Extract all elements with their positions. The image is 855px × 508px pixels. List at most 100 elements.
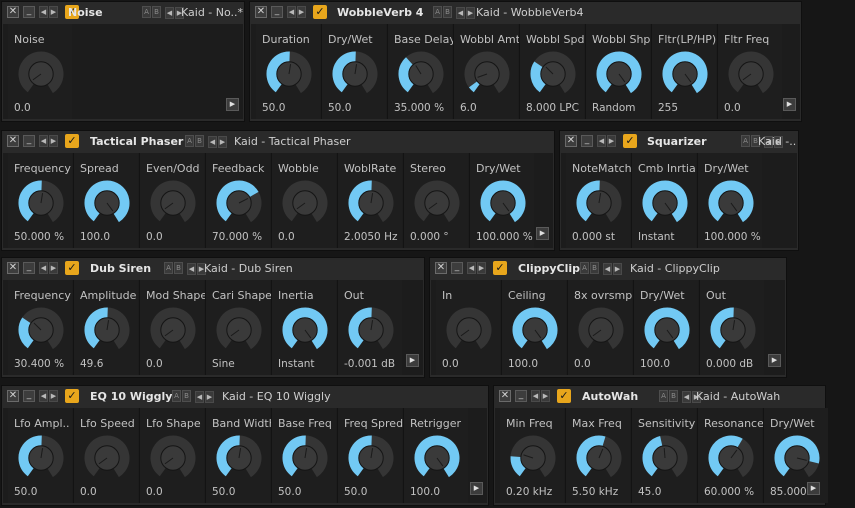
param-value[interactable]: 0.000 st	[572, 231, 615, 243]
ab-b-icon[interactable]: B	[174, 262, 183, 274]
preset-name[interactable]: Kaid - AutoWah	[696, 390, 780, 403]
param-value[interactable]: 0.0	[80, 486, 97, 498]
param-knob[interactable]	[710, 307, 756, 353]
param-value[interactable]: 50.0	[328, 102, 351, 114]
param-knob[interactable]	[84, 180, 130, 226]
param-value[interactable]: 100.000 %	[476, 231, 533, 243]
expand-arrow-icon[interactable]: ▶	[536, 227, 549, 240]
collapse-icon[interactable]: _	[23, 262, 35, 274]
ab-a-icon[interactable]: A	[659, 390, 668, 402]
preset-name[interactable]: Kaid - ClippyClip	[630, 262, 720, 275]
param-value[interactable]: 0.000 °	[410, 231, 449, 243]
move-left-icon[interactable]: ◀	[531, 390, 540, 402]
param-knob[interactable]	[18, 307, 64, 353]
param-value[interactable]: 0.0	[442, 358, 459, 370]
enable-checkbox[interactable]: ✓	[65, 261, 79, 275]
param-value[interactable]: 50.0	[344, 486, 367, 498]
param-value[interactable]: 0.0	[724, 102, 741, 114]
param-knob[interactable]	[576, 435, 622, 481]
param-value[interactable]: 49.6	[80, 358, 103, 370]
param-value[interactable]: 255	[658, 102, 678, 114]
preset-name[interactable]: Kaid - EQ 10 Wiggly	[222, 390, 331, 403]
param-value[interactable]: 0.20 kHz	[506, 486, 552, 498]
param-knob[interactable]	[18, 435, 64, 481]
enable-checkbox[interactable]: ✓	[313, 5, 327, 19]
preset-prev-icon[interactable]: ◀	[187, 263, 196, 275]
move-left-icon[interactable]: ◀	[287, 6, 296, 18]
param-knob[interactable]	[708, 180, 754, 226]
param-knob[interactable]	[464, 51, 510, 97]
param-value[interactable]: 100.0	[640, 358, 670, 370]
param-value[interactable]: 50.0	[14, 486, 37, 498]
param-knob[interactable]	[18, 180, 64, 226]
param-knob[interactable]	[414, 180, 460, 226]
param-value[interactable]: 8.000 LPC	[526, 102, 579, 114]
param-value[interactable]: 100.000 %	[704, 231, 761, 243]
param-value[interactable]: 50.0	[278, 486, 301, 498]
param-knob[interactable]	[18, 51, 64, 97]
param-knob[interactable]	[642, 435, 688, 481]
param-knob[interactable]	[266, 51, 312, 97]
enable-checkbox[interactable]: ✓	[557, 389, 571, 403]
param-value[interactable]: Random	[592, 102, 635, 114]
param-value[interactable]: 45.0	[638, 486, 661, 498]
param-knob[interactable]	[282, 435, 328, 481]
ab-a-icon[interactable]: A	[185, 135, 194, 147]
param-value[interactable]: 2.0050 Hz	[344, 231, 397, 243]
param-knob[interactable]	[728, 51, 774, 97]
collapse-icon[interactable]: _	[23, 390, 35, 402]
expand-arrow-icon[interactable]: ▶	[768, 354, 781, 367]
preset-name[interactable]: Kaid -..	[758, 135, 796, 148]
enable-checkbox[interactable]: ✓	[65, 134, 79, 148]
param-value[interactable]: 0.0	[278, 231, 295, 243]
ab-a-icon[interactable]: A	[142, 6, 151, 18]
param-value[interactable]: 0.0	[574, 358, 591, 370]
close-icon[interactable]: ✕	[499, 390, 511, 402]
move-right-icon[interactable]: ▶	[49, 390, 58, 402]
preset-prev-icon[interactable]: ◀	[682, 391, 691, 403]
param-value[interactable]: 5.50 kHz	[572, 486, 618, 498]
expand-arrow-icon[interactable]: ▶	[783, 98, 796, 111]
preset-prev-icon[interactable]: ◀	[456, 7, 465, 19]
collapse-icon[interactable]: _	[581, 135, 593, 147]
ab-a-icon[interactable]: A	[580, 262, 589, 274]
param-knob[interactable]	[150, 307, 196, 353]
param-knob[interactable]	[282, 180, 328, 226]
ab-a-icon[interactable]: A	[172, 390, 181, 402]
close-icon[interactable]: ✕	[565, 135, 577, 147]
ab-a-icon[interactable]: A	[164, 262, 173, 274]
preset-prev-icon[interactable]: ◀	[603, 263, 612, 275]
param-value[interactable]: 0.0	[146, 231, 163, 243]
param-knob[interactable]	[596, 51, 642, 97]
collapse-icon[interactable]: _	[451, 262, 463, 274]
close-icon[interactable]: ✕	[255, 6, 267, 18]
close-icon[interactable]: ✕	[7, 6, 19, 18]
move-left-icon[interactable]: ◀	[597, 135, 606, 147]
move-left-icon[interactable]: ◀	[39, 135, 48, 147]
param-knob[interactable]	[150, 180, 196, 226]
param-knob[interactable]	[216, 307, 262, 353]
ab-b-icon[interactable]: B	[590, 262, 599, 274]
ab-b-icon[interactable]: B	[195, 135, 204, 147]
param-value[interactable]: 35.000 %	[394, 102, 444, 114]
param-knob[interactable]	[662, 51, 708, 97]
param-knob[interactable]	[150, 435, 196, 481]
param-value[interactable]: 0.0	[14, 102, 31, 114]
param-knob[interactable]	[480, 180, 526, 226]
expand-arrow-icon[interactable]: ▶	[406, 354, 419, 367]
param-value[interactable]: Instant	[638, 231, 675, 243]
param-value[interactable]: 30.400 %	[14, 358, 64, 370]
preset-name[interactable]: Kaid - No..*	[181, 6, 243, 19]
move-left-icon[interactable]: ◀	[39, 262, 48, 274]
expand-arrow-icon[interactable]: ▶	[807, 482, 820, 495]
ab-b-icon[interactable]: B	[152, 6, 161, 18]
param-knob[interactable]	[216, 180, 262, 226]
preset-next-icon[interactable]: ▶	[466, 7, 475, 19]
move-right-icon[interactable]: ▶	[607, 135, 616, 147]
close-icon[interactable]: ✕	[7, 135, 19, 147]
ab-a-icon[interactable]: A	[433, 6, 442, 18]
move-left-icon[interactable]: ◀	[467, 262, 476, 274]
param-knob[interactable]	[348, 307, 394, 353]
param-value[interactable]: 50.0	[262, 102, 285, 114]
close-icon[interactable]: ✕	[435, 262, 447, 274]
